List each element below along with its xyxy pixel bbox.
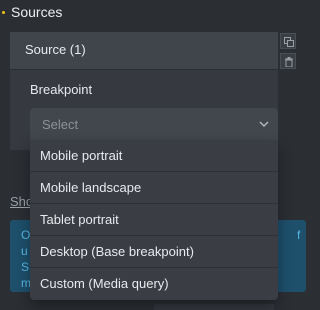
option-desktop-base[interactable]: Desktop (Base breakpoint): [30, 236, 278, 268]
delete-button[interactable]: [280, 53, 296, 69]
copy-button[interactable]: [280, 33, 296, 49]
info-text-fragment: O: [21, 228, 31, 242]
active-dot-indicator: [2, 11, 5, 14]
section-title: Sources: [11, 4, 63, 20]
footer-bar: [154, 304, 274, 310]
trash-icon: [285, 57, 293, 67]
breakpoint-dropdown-menu: Mobile portrait Mobile landscape Tablet …: [30, 140, 278, 300]
info-text-fragment: S: [21, 260, 30, 274]
chevron-down-icon: [259, 121, 269, 127]
info-text-fragment: u: [21, 244, 28, 258]
option-custom-media-query[interactable]: Custom (Media query): [30, 268, 278, 300]
breakpoint-label: Breakpoint: [30, 82, 93, 97]
option-mobile-portrait[interactable]: Mobile portrait: [30, 140, 278, 172]
option-mobile-landscape[interactable]: Mobile landscape: [30, 172, 278, 204]
sources-section-header[interactable]: Sources: [0, 0, 306, 28]
source-panel-header[interactable]: Source (1): [10, 32, 278, 70]
info-text-fragment: f: [297, 228, 301, 242]
breakpoint-select[interactable]: Select: [30, 108, 278, 140]
option-tablet-portrait[interactable]: Tablet portrait: [30, 204, 278, 236]
copy-icon: [284, 37, 294, 47]
source-panel-title: Source (1): [25, 42, 86, 57]
select-placeholder: Select: [42, 117, 79, 132]
